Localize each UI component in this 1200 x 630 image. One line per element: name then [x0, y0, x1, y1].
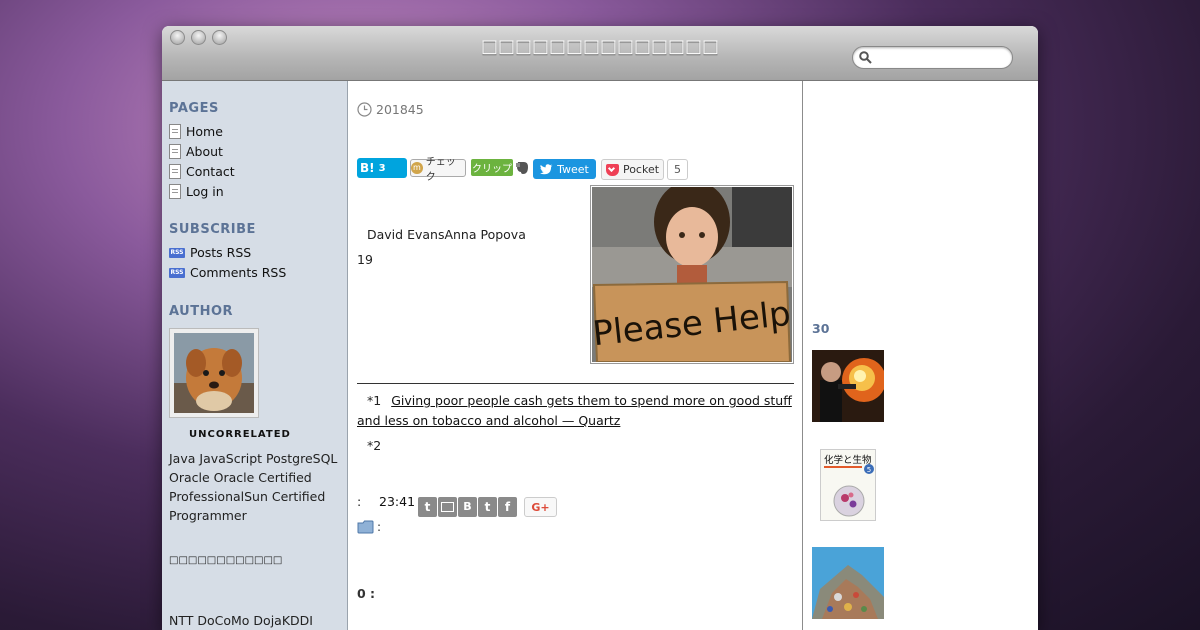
posts-rss-label[interactable]: Posts RSS: [190, 245, 251, 260]
title-bar: □□□□□□□□□□□□□□: [162, 26, 1038, 81]
mixi-check-button[interactable]: m チェック: [410, 157, 466, 183]
thumb-magazine[interactable]: 化学と生物 5: [820, 449, 876, 521]
browser-window: □□□□□□□□□□□□□□ PAGES Home About Contact …: [162, 26, 1038, 630]
clip-button[interactable]: クリップ: [471, 159, 513, 176]
pocket-label: Pocket: [622, 163, 660, 176]
google-plus-button[interactable]: G+: [524, 497, 557, 517]
page-link-label[interactable]: Home: [186, 124, 223, 139]
evernote-icon[interactable]: [515, 160, 529, 176]
author-bio: Java JavaScript PostgreSQL Oracle Oracle…: [169, 451, 338, 523]
post-image[interactable]: Please Help: [590, 185, 794, 364]
share-icons: t B t f: [418, 497, 517, 517]
footnote-1-link[interactable]: Giving poor people cash gets them to spe…: [357, 393, 792, 428]
page-link-home[interactable]: Home: [169, 124, 223, 139]
magazine-issue: 5: [867, 466, 871, 474]
post-time-label: :: [357, 494, 362, 509]
email-icon[interactable]: [438, 497, 457, 517]
subscribe-heading: SUBSCRIBE: [169, 222, 256, 237]
post-names: David EvansAnna Popova: [367, 227, 526, 242]
page-link-about[interactable]: About: [169, 144, 223, 159]
comments-rss-label[interactable]: Comments RSS: [190, 265, 286, 280]
blogger-icon[interactable]: B: [458, 497, 477, 517]
author-devices: NTT DoCoMo DojaKDDI: [169, 613, 313, 628]
posts-rss-link[interactable]: RSS Posts RSS: [169, 245, 251, 260]
footnote-1: *1 Giving poor people cash gets them to …: [357, 391, 794, 431]
page-link-label[interactable]: About: [186, 144, 223, 159]
comments-rss-link[interactable]: RSS Comments RSS: [169, 265, 286, 280]
sidebar: PAGES Home About Contact Log in SUBSCRIB…: [162, 81, 348, 630]
author-name[interactable]: UNCORRELATED: [189, 429, 291, 440]
mixi-check-label: チェック: [425, 157, 456, 183]
post-time[interactable]: 23:41: [379, 494, 415, 509]
author-avatar[interactable]: [174, 333, 254, 413]
hatena-label: B!: [360, 161, 375, 175]
hatena-bookmark-button[interactable]: B! 3: [357, 158, 407, 178]
page-icon: [169, 144, 181, 159]
page-link-contact[interactable]: Contact: [169, 164, 235, 179]
facebook-icon[interactable]: f: [498, 497, 517, 517]
tweet-button[interactable]: Tweet: [533, 159, 596, 179]
page-icon: [169, 164, 181, 179]
pocket-count: 5: [667, 159, 688, 180]
footnote-divider: [357, 383, 794, 384]
page-link-label[interactable]: Log in: [186, 184, 224, 199]
mixi-icon: m: [411, 162, 423, 174]
pocket-icon-mark: [607, 164, 615, 172]
page-link-label[interactable]: Contact: [186, 164, 235, 179]
post-number: 19: [357, 252, 373, 267]
clock-icon: [357, 102, 372, 117]
right-heading: 30: [812, 321, 830, 336]
pages-heading: PAGES: [169, 101, 219, 116]
right-sidebar: 30 化学と生物 5: [804, 81, 1038, 630]
magazine-cover: 化学と生物 5: [821, 450, 875, 520]
pocket-button[interactable]: Pocket: [601, 159, 664, 180]
clip-label: クリップ: [472, 164, 512, 175]
magazine-title: 化学と生物: [824, 454, 872, 466]
post-category: :: [377, 520, 382, 534]
folder-icon: [357, 520, 374, 534]
comments-count[interactable]: 0 :: [357, 586, 375, 601]
explosion-image: [812, 350, 884, 422]
pocket-icon: [605, 163, 619, 176]
tweet-label: Tweet: [557, 162, 589, 176]
garbage-pile-image: [812, 547, 884, 619]
footnote-1-marker: *1: [367, 393, 382, 408]
please-help-photo: Please Help: [591, 186, 793, 363]
twitter-bird-icon: [540, 163, 553, 174]
thumb-garbage[interactable]: [812, 547, 884, 619]
page-link-login[interactable]: Log in: [169, 184, 224, 199]
post-date: 201845: [376, 102, 424, 117]
author-heading: AUTHOR: [169, 304, 234, 319]
footnote-2: *2: [367, 438, 382, 453]
page-icon: [169, 124, 181, 139]
post-content: 201845 B! 3 m チェック クリップ Tweet Pocket 5 D…: [349, 81, 803, 630]
thumb-explosion[interactable]: [812, 350, 884, 422]
search-icon: [859, 51, 872, 64]
page-icon: [169, 184, 181, 199]
hatena-count: 3: [378, 162, 386, 174]
search-input[interactable]: [877, 50, 1007, 66]
author-avatar-frame: [169, 328, 259, 418]
rss-icon: RSS: [169, 267, 185, 278]
tumblr-icon[interactable]: t: [418, 497, 437, 517]
author-note: □□□□□□□□□□□□: [169, 555, 283, 566]
twitter-icon[interactable]: t: [478, 497, 497, 517]
search-box[interactable]: [852, 46, 1013, 69]
rss-icon: RSS: [169, 247, 185, 258]
